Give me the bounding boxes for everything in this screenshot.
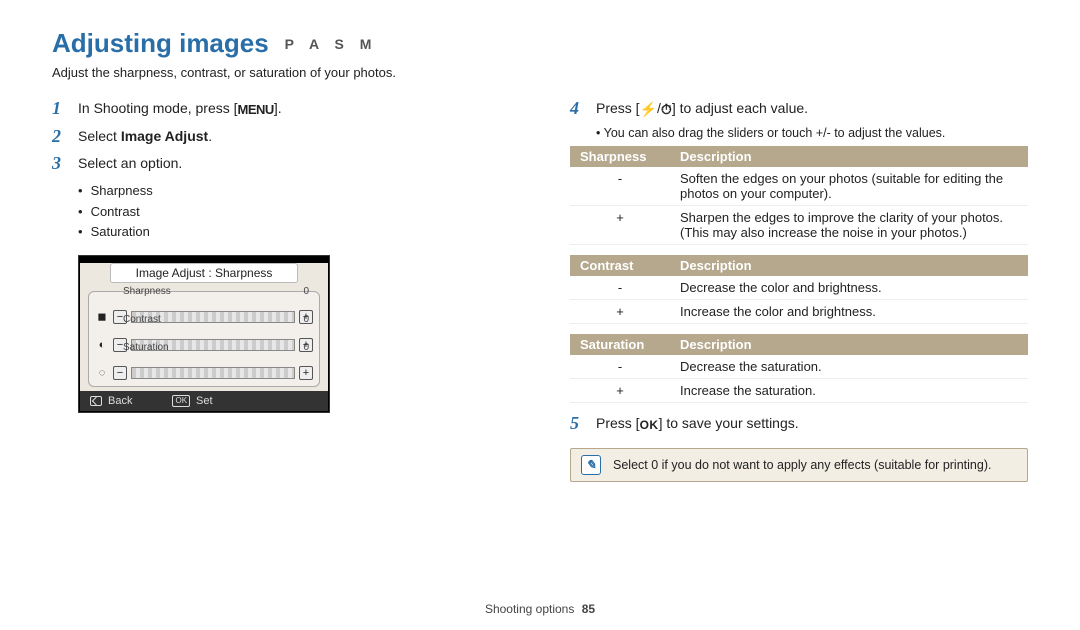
text: In Shooting mode, press [ xyxy=(78,100,238,116)
sign-cell: - xyxy=(570,167,670,206)
slider-track[interactable] xyxy=(131,367,295,379)
sharpness-icon: ◼ xyxy=(95,310,109,324)
desc-cell: Increase the saturation. xyxy=(670,378,1028,402)
sign-cell: + xyxy=(570,378,670,402)
sharpness-table: Sharpness Description - Soften the edges… xyxy=(570,146,1028,245)
table-head: Sharpness xyxy=(570,146,670,167)
sign-cell: + xyxy=(570,205,670,244)
slider-label: Contrast xyxy=(123,314,183,325)
table-row: + Increase the color and brightness. xyxy=(570,299,1028,323)
left-column: 1 In Shooting mode, press [MENU]. 2 Sele… xyxy=(52,98,510,482)
bullet-item: Contrast xyxy=(78,202,510,223)
step-text: Select Image Adjust. xyxy=(78,126,212,148)
bullet-item: Saturation xyxy=(78,222,510,243)
desc-cell: Decrease the saturation. xyxy=(670,355,1028,379)
page-title: Adjusting images xyxy=(52,28,269,58)
page-content: Adjusting images P A S M Adjust the shar… xyxy=(0,0,1080,482)
table-row: + Sharpen the edges to improve the clari… xyxy=(570,205,1028,244)
step-text: Select an option. xyxy=(78,153,182,175)
ok-icon: OK xyxy=(640,417,659,434)
step-2: 2 Select Image Adjust. xyxy=(52,126,510,148)
minus-button[interactable]: − xyxy=(113,366,127,380)
screen-footer: Back OK Set xyxy=(80,391,328,411)
step-number: 3 xyxy=(52,153,78,175)
contrast-icon: ◐ xyxy=(95,338,109,352)
bullet-item: Sharpness xyxy=(78,181,510,202)
table-row: + Increase the saturation. xyxy=(570,378,1028,402)
step-5: 5 Press [OK] to save your settings. xyxy=(570,413,1028,435)
step-text: Press [⚡/⏱] to adjust each value. xyxy=(596,98,808,120)
desc-cell: Soften the edges on your photos (suitabl… xyxy=(670,167,1028,206)
text: Press [ xyxy=(596,100,640,116)
table-row: - Decrease the color and brightness. xyxy=(570,276,1028,300)
back-control[interactable]: Back xyxy=(90,395,132,407)
step-3: 3 Select an option. xyxy=(52,153,510,175)
menu-icon: MENU xyxy=(238,101,274,119)
sign-cell: + xyxy=(570,299,670,323)
table-head: Description xyxy=(670,334,1028,355)
title-line: Adjusting images P A S M xyxy=(52,28,1028,59)
slider-value: 0 xyxy=(303,286,309,297)
step-text: Press [OK] to save your settings. xyxy=(596,413,799,435)
note-box: ✎ Select 0 if you do not want to apply a… xyxy=(570,448,1028,482)
step-number: 5 xyxy=(570,413,596,435)
slider-label: Saturation xyxy=(123,342,183,353)
page-number: 85 xyxy=(582,602,595,616)
text: Press [ xyxy=(596,415,640,431)
option-bullets: Sharpness Contrast Saturation xyxy=(78,181,510,243)
text: Select xyxy=(78,128,121,144)
step-number: 2 xyxy=(52,126,78,148)
table-row: - Soften the edges on your photos (suita… xyxy=(570,167,1028,206)
right-column: 4 Press [⚡/⏱] to adjust each value. You … xyxy=(570,98,1028,482)
slider-value: 0 xyxy=(303,314,309,325)
table-head: Contrast xyxy=(570,255,670,276)
step-number: 4 xyxy=(570,98,596,120)
slider-saturation: Saturation 0 ◌ − + xyxy=(95,354,313,380)
camera-screen: Image Adjust : Sharpness Sharpness 0 ◼ −… xyxy=(80,263,328,411)
table-head: Saturation xyxy=(570,334,670,355)
step-text: In Shooting mode, press [MENU]. xyxy=(78,98,282,120)
step-1: 1 In Shooting mode, press [MENU]. xyxy=(52,98,510,120)
note-icon: ✎ xyxy=(581,455,601,475)
slider-value: 0 xyxy=(303,342,309,353)
camera-screenshot: Image Adjust : Sharpness Sharpness 0 ◼ −… xyxy=(78,255,330,413)
set-label: Set xyxy=(196,395,213,407)
text: ]. xyxy=(274,100,282,116)
back-label: Back xyxy=(108,395,132,407)
slider-panel: Sharpness 0 ◼ − + Contrast 0 xyxy=(88,291,320,387)
screen-title: Image Adjust : Sharpness xyxy=(110,263,298,283)
table-row: - Decrease the saturation. xyxy=(570,355,1028,379)
mode-indicator: P A S M xyxy=(285,36,378,52)
intro-text: Adjust the sharpness, contrast, or satur… xyxy=(52,65,1028,80)
step-4-tip: You can also drag the sliders or touch +… xyxy=(596,126,1028,140)
step-4: 4 Press [⚡/⏱] to adjust each value. xyxy=(570,98,1028,120)
ok-icon: OK xyxy=(172,395,190,407)
sign-cell: - xyxy=(570,276,670,300)
flash-icon: ⚡ xyxy=(640,100,657,120)
timer-icon: ⏱ xyxy=(661,100,672,120)
keyword: Image Adjust xyxy=(121,128,208,144)
saturation-table: Saturation Description - Decrease the sa… xyxy=(570,334,1028,403)
text: ] to save your settings. xyxy=(659,415,799,431)
desc-cell: Increase the color and brightness. xyxy=(670,299,1028,323)
saturation-icon: ◌ xyxy=(95,366,109,380)
footer-section: Shooting options xyxy=(485,602,574,616)
sign-cell: - xyxy=(570,355,670,379)
step-number: 1 xyxy=(52,98,78,120)
plus-button[interactable]: + xyxy=(299,366,313,380)
slider-label: Sharpness xyxy=(123,286,183,297)
table-head: Description xyxy=(670,255,1028,276)
columns: 1 In Shooting mode, press [MENU]. 2 Sele… xyxy=(52,98,1028,482)
page-footer: Shooting options 85 xyxy=(0,602,1080,616)
text: . xyxy=(208,128,212,144)
desc-cell: Sharpen the edges to improve the clarity… xyxy=(670,205,1028,244)
text: ] to adjust each value. xyxy=(672,100,808,116)
note-text: Select 0 if you do not want to apply any… xyxy=(613,458,991,472)
back-icon xyxy=(90,396,102,406)
desc-cell: Decrease the color and brightness. xyxy=(670,276,1028,300)
table-head: Description xyxy=(670,146,1028,167)
contrast-table: Contrast Description - Decrease the colo… xyxy=(570,255,1028,324)
set-control[interactable]: OK Set xyxy=(172,395,212,407)
